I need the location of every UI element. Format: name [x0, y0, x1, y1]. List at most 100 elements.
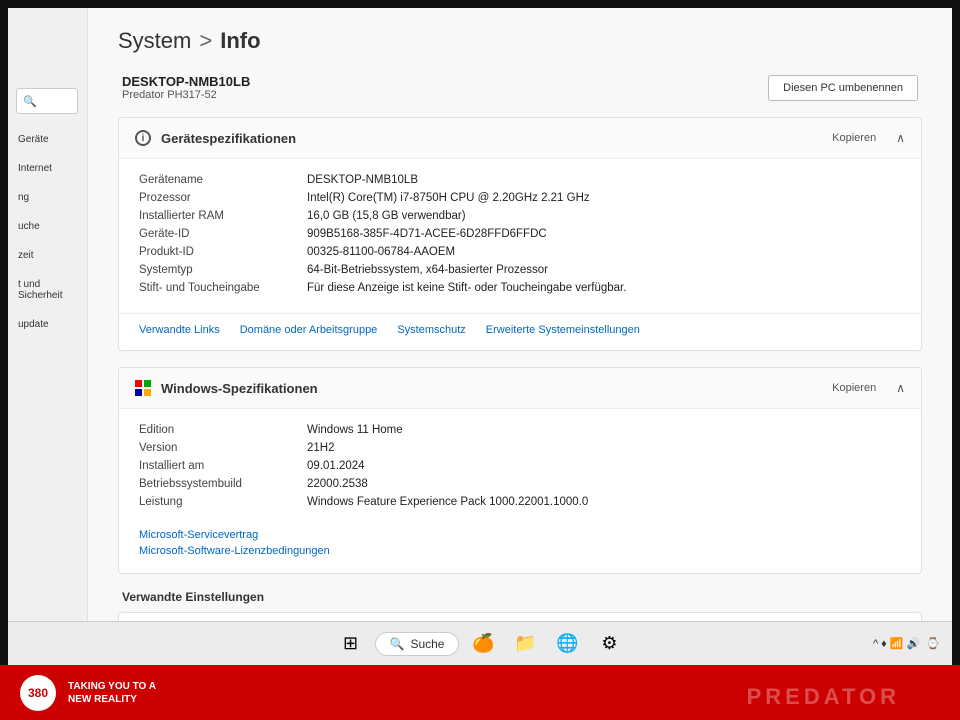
device-specs-copy-button[interactable]: Kopieren	[824, 130, 884, 146]
spec-row-version: Version 21H2	[139, 439, 901, 457]
info-icon: i	[135, 130, 151, 146]
spec-row-prozessor: Prozessor Intel(R) Core(TM) i7-8750H CPU…	[139, 189, 901, 207]
spec-row-leistung: Leistung Windows Feature Experience Pack…	[139, 493, 901, 511]
taskbar-center: ⊞ 🔍 Suche 🍊 📁 🌐 ⚙	[333, 626, 628, 662]
sidebar-item-zeit[interactable]: zeit	[8, 244, 87, 267]
spec-label-geraetename: Gerätename	[139, 174, 299, 186]
tray-clock: ⌚	[926, 637, 940, 650]
device-specs-title: Gerätespezifikationen	[161, 131, 296, 146]
spec-value-installiert: 09.01.2024	[307, 460, 901, 472]
spec-row-geraete-id: Geräte-ID 909B5168-385F-4D71-ACEE-6D28FF…	[139, 225, 901, 243]
spec-label-systemtyp: Systemtyp	[139, 264, 299, 276]
spec-label-build: Betriebssystembuild	[139, 478, 299, 490]
device-header: DESKTOP-NMB10LB Predator PH317-52 Diesen…	[118, 74, 922, 101]
spec-label-geraete-id: Geräte-ID	[139, 228, 299, 240]
windows-specs-title: Windows-Spezifikationen	[161, 381, 318, 396]
sidebar-search[interactable]: 🔍	[16, 88, 78, 114]
breadcrumb-current: Info	[220, 28, 260, 54]
windows-specs-title-group: Windows-Spezifikationen	[135, 380, 318, 396]
windows-specs-header: Windows-Spezifikationen Kopieren ∧	[119, 368, 921, 409]
spec-label-version: Version	[139, 442, 299, 454]
taskbar-settings-icon[interactable]: ⚙	[591, 626, 627, 662]
spec-row-edition: Edition Windows 11 Home	[139, 421, 901, 439]
spec-label-edition: Edition	[139, 424, 299, 436]
spec-row-systemtyp: Systemtyp 64-Bit-Betriebssystem, x64-bas…	[139, 261, 901, 279]
brand-name: PREDATOR	[747, 684, 900, 710]
rename-button[interactable]: Diesen PC umbenennen	[768, 75, 918, 101]
spec-value-touch: Für diese Anzeige ist keine Stift- oder …	[307, 282, 901, 294]
windows-specs-chevron-icon[interactable]: ∧	[896, 381, 905, 395]
screen: 🔍 Geräte Internet ng uche zeit t und Sic…	[8, 8, 952, 665]
taskbar-system-tray: ^ ♦ 📶 🔊 ⌚	[873, 637, 940, 650]
spec-value-prozessor: Intel(R) Core(TM) i7-8750H CPU @ 2.20GHz…	[307, 192, 901, 204]
related-settings-title: Verwandte Einstellungen	[118, 590, 922, 604]
sidebar-item-internet[interactable]: Internet	[8, 157, 87, 180]
windows-specs-copy-button[interactable]: Kopieren	[824, 380, 884, 396]
spec-label-produkt-id: Produkt-ID	[139, 246, 299, 258]
spec-value-systemtyp: 64-Bit-Betriebssystem, x64-basierter Pro…	[307, 264, 901, 276]
windows-logo-icon	[135, 380, 151, 396]
spec-value-produkt-id: 00325-81100-06784-AAOEM	[307, 246, 901, 258]
device-specs-chevron-icon[interactable]: ∧	[896, 131, 905, 145]
windows-icon-q4	[144, 389, 151, 396]
taskbar-windows-button[interactable]: ⊞	[333, 626, 369, 662]
breadcrumb: System > Info	[118, 28, 922, 54]
spec-label-leistung: Leistung	[139, 496, 299, 508]
taskbar-search-bar[interactable]: 🔍 Suche	[375, 632, 460, 656]
taskbar: ⊞ 🔍 Suche 🍊 📁 🌐 ⚙ ^ ♦ 📶 🔊 ⌚	[8, 621, 952, 665]
breadcrumb-separator: >	[199, 28, 212, 54]
device-name: DESKTOP-NMB10LB	[122, 74, 250, 89]
related-link-verwandte[interactable]: Verwandte Links	[139, 324, 220, 336]
device-name-block: DESKTOP-NMB10LB Predator PH317-52	[122, 74, 250, 101]
taskbar-icon-1[interactable]: 🍊	[465, 626, 501, 662]
spec-row-installiert: Installiert am 09.01.2024	[139, 457, 901, 475]
taskbar-icon-2[interactable]: 📁	[507, 626, 543, 662]
device-specs-controls: Kopieren ∧	[824, 130, 905, 146]
spec-row-touch: Stift- und Toucheingabe Für diese Anzeig…	[139, 279, 901, 297]
related-link-erweitert[interactable]: Erweiterte Systemeinstellungen	[486, 324, 640, 336]
spec-value-leistung: Windows Feature Experience Pack 1000.220…	[307, 496, 901, 508]
ms-software-link[interactable]: Microsoft-Software-Lizenzbedingungen	[139, 543, 901, 559]
search-icon: 🔍	[23, 95, 37, 108]
taskbar-edge-icon[interactable]: 🌐	[549, 626, 585, 662]
spec-label-installiert: Installiert am	[139, 460, 299, 472]
spec-value-edition: Windows 11 Home	[307, 424, 901, 436]
related-links: Verwandte Links Domäne oder Arbeitsgrupp…	[119, 313, 921, 350]
device-model: Predator PH317-52	[122, 89, 250, 101]
windows-specs-card: Windows-Spezifikationen Kopieren ∧ Editi…	[118, 367, 922, 574]
sidebar-item-uche[interactable]: uche	[8, 215, 87, 238]
ms-service-link[interactable]: Microsoft-Servicevertrag	[139, 527, 901, 543]
taskbar-search-label: Suche	[410, 637, 444, 651]
sidebar-item-sicherheit[interactable]: t und Sicherheit	[8, 273, 87, 307]
sidebar-item-geraete[interactable]: Geräte	[8, 128, 87, 151]
windows-specs-table: Edition Windows 11 Home Version 21H2 Ins…	[119, 409, 921, 527]
settings-item-activation[interactable]: 🔑 Product Key und Aktivierung Product Ke…	[118, 612, 922, 621]
device-specs-header: i Gerätespezifikationen Kopieren ∧	[119, 118, 921, 159]
spec-label-touch: Stift- und Toucheingabe	[139, 282, 299, 294]
sidebar-item-ng[interactable]: ng	[8, 186, 87, 209]
windows-icon-q2	[144, 380, 151, 387]
brand-bar: 380 TAKING YOU TO A NEW REALITY PREDATOR	[0, 665, 960, 720]
device-specs-table: Gerätename DESKTOP-NMB10LB Prozessor Int…	[119, 159, 921, 313]
brand-text: TAKING YOU TO A NEW REALITY	[68, 680, 156, 706]
related-link-domaene[interactable]: Domäne oder Arbeitsgruppe	[240, 324, 378, 336]
monitor-bezel: 🔍 Geräte Internet ng uche zeit t und Sic…	[0, 0, 960, 720]
related-link-systemschutz[interactable]: Systemschutz	[397, 324, 465, 336]
taskbar-search-icon: 🔍	[390, 637, 405, 651]
spec-row-geraetename: Gerätename DESKTOP-NMB10LB	[139, 171, 901, 189]
main-content: System > Info DESKTOP-NMB10LB Predator P…	[88, 8, 952, 621]
windows-specs-controls: Kopieren ∧	[824, 380, 905, 396]
sidebar-item-update[interactable]: update	[8, 313, 87, 336]
device-specs-title-group: i Gerätespezifikationen	[135, 130, 296, 146]
spec-row-produkt-id: Produkt-ID 00325-81100-06784-AAOEM	[139, 243, 901, 261]
spec-row-ram: Installierter RAM 16,0 GB (15,8 GB verwe…	[139, 207, 901, 225]
spec-label-ram: Installierter RAM	[139, 210, 299, 222]
brand-logo: 380	[20, 675, 56, 711]
tray-icons: ^ ♦ 📶 🔊	[873, 637, 920, 650]
breadcrumb-parent[interactable]: System	[118, 28, 191, 54]
spec-value-ram: 16,0 GB (15,8 GB verwendbar)	[307, 210, 901, 222]
spec-value-version: 21H2	[307, 442, 901, 454]
spec-label-prozessor: Prozessor	[139, 192, 299, 204]
windows-icon-q3	[135, 389, 142, 396]
brand-line2: NEW REALITY	[68, 693, 156, 706]
